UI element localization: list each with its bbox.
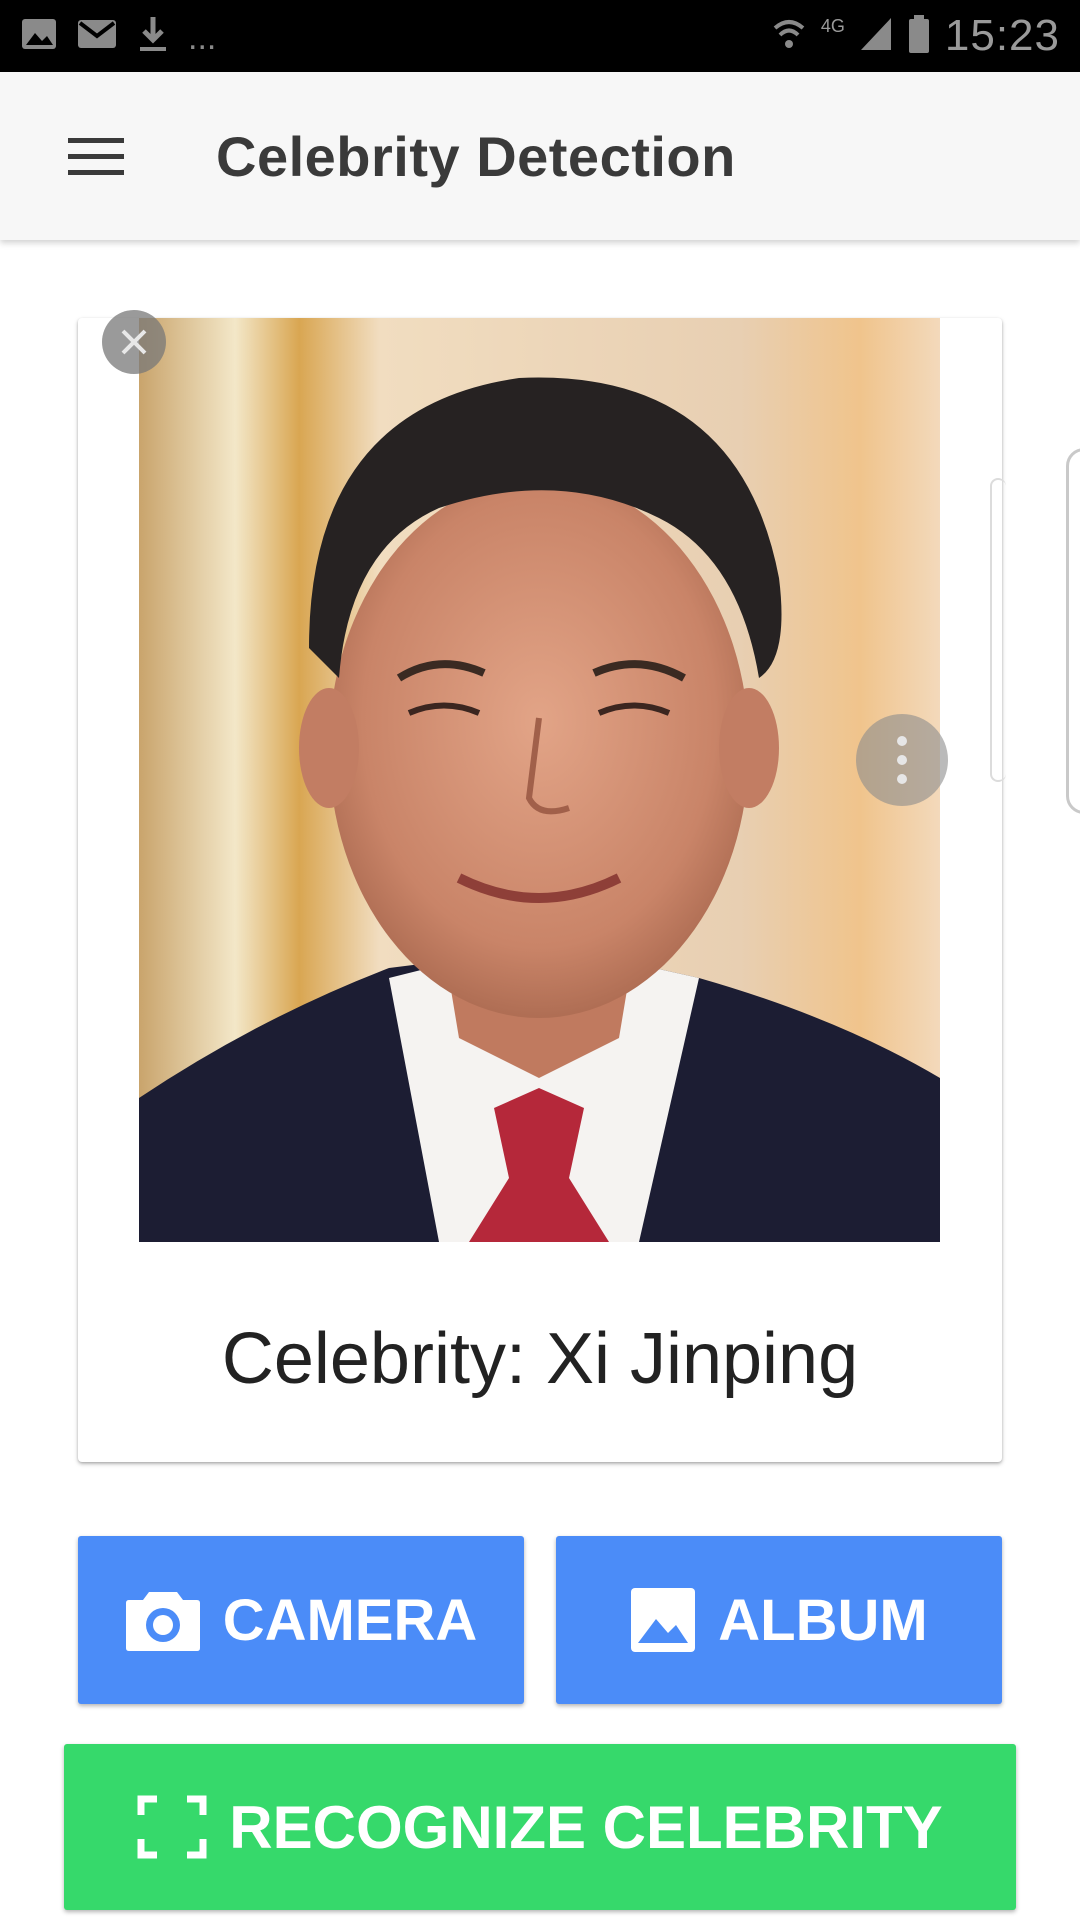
status-bar-system: 4G 15:23 [771, 10, 1060, 62]
album-button-label: ALBUM [718, 1587, 928, 1653]
status-bar: ... 4G 15:23 [0, 0, 1080, 72]
image-icon [630, 1587, 696, 1653]
hamburger-menu-icon[interactable] [56, 116, 136, 196]
close-icon[interactable] [102, 310, 166, 374]
signal-icon [859, 16, 893, 57]
camera-button-label: CAMERA [222, 1587, 478, 1653]
battery-icon [907, 14, 931, 59]
more-vert-icon[interactable] [856, 714, 948, 806]
clock: 15:23 [944, 11, 1060, 60]
recognize-button-label: RECOGNIZE CELEBRITY [229, 1793, 943, 1861]
camera-button[interactable]: CAMERA [78, 1536, 524, 1704]
album-button[interactable]: ALBUM [556, 1536, 1002, 1704]
wifi-icon [771, 14, 807, 59]
side-panel-handle[interactable] [1066, 448, 1080, 814]
more-notifications: ... [188, 19, 217, 57]
recognize-celebrity-button[interactable]: RECOGNIZE CELEBRITY [64, 1744, 1016, 1910]
image-icon [20, 17, 58, 56]
result-card: Celebrity: Xi Jinping [78, 310, 1002, 1462]
mail-icon [76, 17, 118, 56]
app-bar: Celebrity Detection [0, 72, 1080, 240]
download-icon [136, 15, 170, 58]
celebrity-name-label: Celebrity: Xi Jinping [221, 1319, 859, 1399]
photo-scroll-indicator [990, 478, 1006, 782]
page-title: Celebrity Detection [216, 125, 736, 188]
scan-frame-icon [137, 1795, 207, 1859]
status-bar-notifications: ... [20, 14, 216, 58]
camera-icon [125, 1588, 201, 1652]
celebrity-photo [139, 318, 940, 1242]
network-type: 4G [820, 15, 845, 36]
